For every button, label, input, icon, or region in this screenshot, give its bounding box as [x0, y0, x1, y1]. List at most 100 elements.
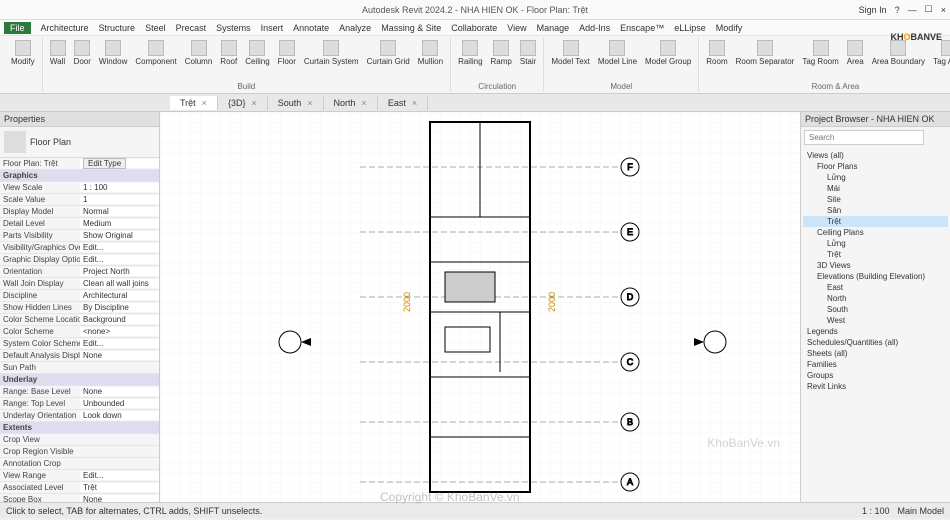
ribbon-curtain-system[interactable]: Curtain System: [301, 38, 362, 68]
menu-addins[interactable]: Add-Ins: [579, 23, 610, 33]
property-row[interactable]: View RangeEdit...: [0, 470, 159, 482]
menu-precast[interactable]: Precast: [176, 23, 207, 33]
ribbon-mullion[interactable]: Mullion: [415, 38, 446, 68]
type-selector[interactable]: Floor Plan: [0, 127, 159, 158]
ribbon-modify[interactable]: Modify: [8, 38, 38, 68]
ribbon-railing[interactable]: Railing: [455, 38, 485, 68]
tree-node[interactable]: Sheets (all): [803, 348, 948, 359]
tree-node[interactable]: Elevations (Building Elevation): [803, 271, 948, 282]
status-model[interactable]: Main Model: [897, 506, 944, 516]
property-row[interactable]: Graphic Display OptionsEdit...: [0, 254, 159, 266]
tree-node[interactable]: Views (all): [803, 150, 948, 161]
tab-close-icon[interactable]: ×: [307, 98, 312, 108]
ribbon-room-separator[interactable]: Room Separator: [733, 38, 798, 68]
ribbon-room[interactable]: Room: [703, 38, 730, 68]
view-tab[interactable]: South×: [268, 96, 324, 110]
menu-manage[interactable]: Manage: [537, 23, 570, 33]
menu-modify[interactable]: Modify: [716, 23, 743, 33]
instance-filter[interactable]: Floor Plan: Trệt: [0, 159, 80, 168]
property-value[interactable]: Edit...: [80, 243, 159, 252]
menu-view[interactable]: View: [507, 23, 526, 33]
tree-node[interactable]: Groups: [803, 370, 948, 381]
tree-node[interactable]: Trệt: [803, 216, 948, 227]
property-row[interactable]: Color Scheme LocationBackground: [0, 314, 159, 326]
tree-node[interactable]: South: [803, 304, 948, 315]
property-row[interactable]: Default Analysis Display ...None: [0, 350, 159, 362]
view-tab[interactable]: North×: [324, 96, 378, 110]
property-value[interactable]: Edit...: [80, 255, 159, 264]
file-menu[interactable]: File: [4, 22, 31, 34]
view-tab[interactable]: East×: [378, 96, 428, 110]
tree-node[interactable]: North: [803, 293, 948, 304]
ribbon-door[interactable]: Door: [71, 38, 94, 68]
property-row[interactable]: Display ModelNormal: [0, 206, 159, 218]
property-value[interactable]: Look down: [80, 411, 159, 420]
property-value[interactable]: None: [80, 495, 159, 502]
tree-node[interactable]: Floor Plans: [803, 161, 948, 172]
property-value[interactable]: Medium: [80, 219, 159, 228]
drawing-canvas[interactable]: A B C D E F 2000 2000: [160, 112, 800, 502]
property-row[interactable]: Associated LevelTrệt: [0, 482, 159, 494]
property-row[interactable]: OrientationProject North: [0, 266, 159, 278]
maximize-icon[interactable]: ☐: [925, 4, 933, 15]
property-value[interactable]: By Discipline: [80, 303, 159, 312]
property-row[interactable]: Wall Join DisplayClean all wall joins: [0, 278, 159, 290]
property-row[interactable]: Underlay OrientationLook down: [0, 410, 159, 422]
menu-systems[interactable]: Systems: [216, 23, 251, 33]
ribbon-ceiling[interactable]: Ceiling: [242, 38, 272, 68]
property-row[interactable]: Range: Top LevelUnbounded: [0, 398, 159, 410]
ribbon-component[interactable]: Component: [132, 38, 179, 68]
ribbon-wall[interactable]: Wall: [47, 38, 69, 68]
property-row[interactable]: Range: Base LevelNone: [0, 386, 159, 398]
property-row[interactable]: System Color SchemesEdit...: [0, 338, 159, 350]
menu-analyze[interactable]: Analyze: [339, 23, 371, 33]
property-value[interactable]: Project North: [80, 267, 159, 276]
ribbon-model-group[interactable]: Model Group: [642, 38, 694, 68]
property-value[interactable]: 1 : 100: [80, 183, 159, 192]
tree-node[interactable]: Sân: [803, 205, 948, 216]
tree-node[interactable]: Lửng: [803, 172, 948, 183]
property-value[interactable]: Unbounded: [80, 399, 159, 408]
property-row[interactable]: Visibility/Graphics Over...Edit...: [0, 242, 159, 254]
property-row[interactable]: Scale Value1: [0, 194, 159, 206]
ribbon-model-line[interactable]: Model Line: [595, 38, 640, 68]
ribbon-floor[interactable]: Floor: [275, 38, 299, 68]
property-value[interactable]: Normal: [80, 207, 159, 216]
menu-insert[interactable]: Insert: [261, 23, 284, 33]
tab-close-icon[interactable]: ×: [202, 98, 207, 108]
property-row[interactable]: Annotation Crop: [0, 458, 159, 470]
ribbon-roof[interactable]: Roof: [217, 38, 240, 68]
tree-node[interactable]: East: [803, 282, 948, 293]
menu-steel[interactable]: Steel: [145, 23, 166, 33]
property-row[interactable]: Detail LevelMedium: [0, 218, 159, 230]
property-value[interactable]: Edit...: [80, 471, 159, 480]
ribbon-stair[interactable]: Stair: [517, 38, 539, 68]
property-value[interactable]: Edit...: [80, 339, 159, 348]
menu-enscape[interactable]: Enscape™: [620, 23, 664, 33]
tree-node[interactable]: Legends: [803, 326, 948, 337]
menu-ellipse[interactable]: eLLipse: [674, 23, 706, 33]
property-value[interactable]: Trệt: [80, 483, 159, 492]
property-value[interactable]: 1: [80, 195, 159, 204]
view-tab[interactable]: {3D}×: [218, 96, 268, 110]
browser-search-input[interactable]: [804, 130, 924, 145]
ribbon-ramp[interactable]: Ramp: [488, 38, 515, 68]
property-row[interactable]: Color Scheme<none>: [0, 326, 159, 338]
property-row[interactable]: Sun Path: [0, 362, 159, 374]
status-scale[interactable]: 1 : 100: [862, 506, 890, 516]
tree-node[interactable]: Site: [803, 194, 948, 205]
view-tab[interactable]: Trệt×: [170, 96, 218, 110]
ribbon-window[interactable]: Window: [96, 38, 130, 68]
property-row[interactable]: Show Hidden LinesBy Discipline: [0, 302, 159, 314]
property-value[interactable]: Architectural: [80, 291, 159, 300]
help-icon[interactable]: ?: [895, 5, 900, 15]
property-row[interactable]: Scope BoxNone: [0, 494, 159, 502]
tree-node[interactable]: 3D Views: [803, 260, 948, 271]
tree-node[interactable]: Mái: [803, 183, 948, 194]
menu-collaborate[interactable]: Collaborate: [451, 23, 497, 33]
minimize-icon[interactable]: —: [908, 5, 917, 15]
ribbon-column[interactable]: Column: [182, 38, 216, 68]
ribbon-area[interactable]: Area: [844, 38, 867, 68]
tab-close-icon[interactable]: ×: [412, 98, 417, 108]
property-value[interactable]: Clean all wall joins: [80, 279, 159, 288]
